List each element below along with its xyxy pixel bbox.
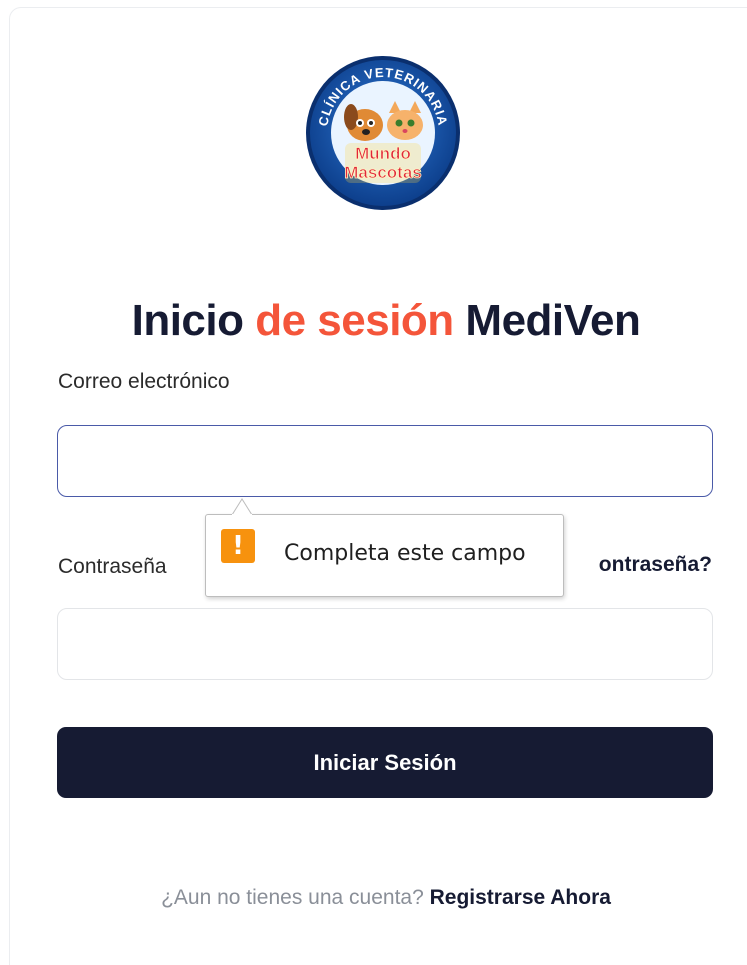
svg-text:Mundo: Mundo (355, 144, 411, 163)
title-accent: de sesión (255, 296, 454, 345)
email-field[interactable] (57, 425, 713, 497)
svg-text:Mascotas: Mascotas (344, 163, 421, 182)
login-button[interactable]: Iniciar Sesión (57, 727, 713, 798)
forgot-password-link[interactable]: ontraseña? (599, 553, 712, 577)
register-link[interactable]: Registrarse Ahora (430, 886, 611, 909)
register-prompt: ¿Aun no tienes una cuenta? (161, 886, 424, 909)
validation-tooltip: ! Completa este campo (205, 514, 564, 597)
login-page: CLÍNICA VETERINARIA Mundo Mascotas Inici… (0, 0, 747, 965)
title-part-1: Inicio (131, 296, 256, 345)
register-row: ¿Aun no tienes una cuenta? Registrarse A… (0, 886, 747, 910)
page-title: Inicio de sesión MediVen (0, 296, 747, 346)
password-label: Contraseña (58, 555, 167, 578)
clinic-logo: CLÍNICA VETERINARIA Mundo Mascotas (306, 56, 460, 210)
title-part-3: MediVen (453, 296, 641, 345)
tooltip-message: Completa este campo (284, 541, 526, 566)
email-label: Correo electrónico (58, 370, 230, 393)
warning-icon: ! (221, 529, 255, 563)
password-field[interactable] (57, 608, 713, 680)
